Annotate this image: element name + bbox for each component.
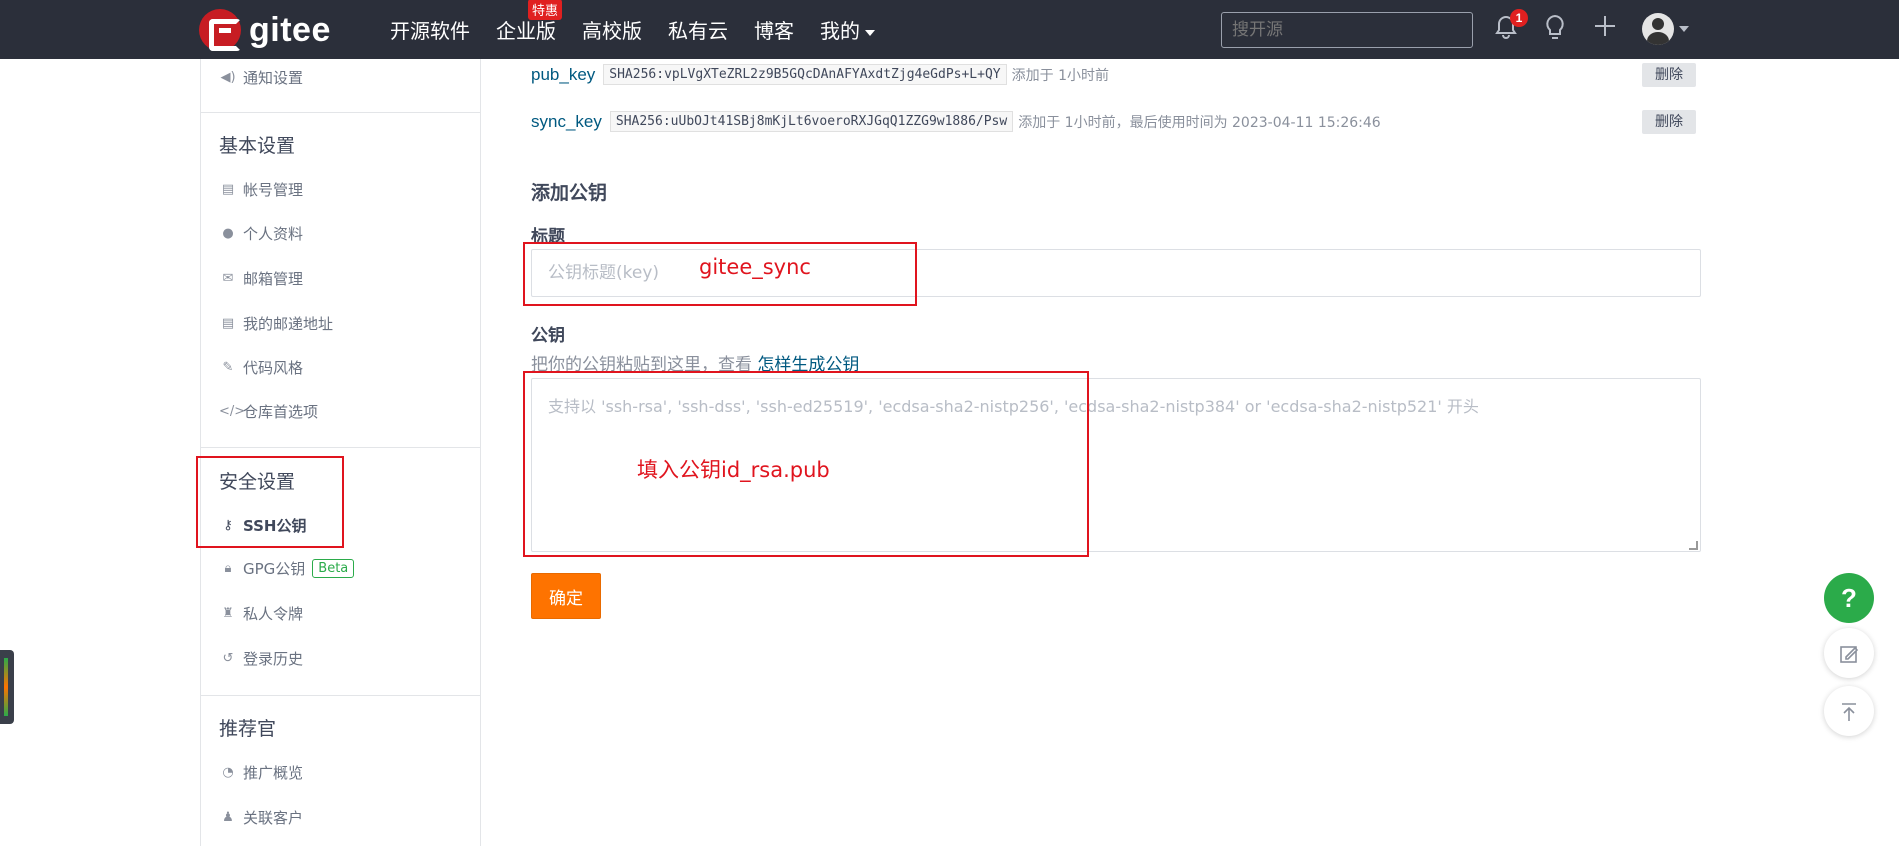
gitee-logo[interactable]: gitee xyxy=(199,9,331,51)
nav-enterprise[interactable]: 企业版 特惠 xyxy=(496,0,562,44)
sidebar-item-label: 通知设置 xyxy=(243,69,304,87)
sidebar-item-label: 仓库首选项 xyxy=(243,403,319,421)
user-icon: ● xyxy=(222,226,234,241)
delete-key-button[interactable]: 删除 xyxy=(1642,110,1696,134)
key-title-link[interactable]: sync_key xyxy=(531,112,602,132)
sidebar-item-label: 代码风格 xyxy=(243,359,304,377)
key-fingerprint: SHA256:vpLVgXTeZRL2z9B5GQcDAnAFYAxdtZjg4… xyxy=(603,64,1007,85)
sidebar-item-email[interactable]: ✉ 邮箱管理 xyxy=(219,268,303,289)
sidebar-item-label: 私人令牌 xyxy=(243,605,304,623)
nav-open-source[interactable]: 开源软件 xyxy=(390,15,470,44)
user-link-icon: ♟ xyxy=(222,810,234,825)
textarea-resize-handle[interactable] xyxy=(1689,541,1698,550)
history-icon: ↺ xyxy=(222,651,234,666)
section-basic-settings: 基本设置 xyxy=(219,135,296,157)
main-nav: 开源软件 企业版 特惠 高校版 私有云 博客 我的 xyxy=(390,0,901,59)
help-button[interactable]: ? xyxy=(1824,573,1874,623)
nav-education[interactable]: 高校版 xyxy=(582,15,642,44)
id-card-icon: ▤ xyxy=(221,182,235,197)
ssh-key-row: sync_key SHA256:uUbOJt41SBj8mKjLt6voeroR… xyxy=(531,111,1381,132)
public-key-label: 公钥 xyxy=(531,326,565,346)
sidebar-item-label: 我的邮递地址 xyxy=(243,315,334,333)
annotation-box-security xyxy=(196,456,344,548)
avatar-dropdown-icon[interactable] xyxy=(1679,26,1689,32)
sidebar-item-linked-customers[interactable]: ♟ 关联客户 xyxy=(219,807,303,828)
search-input[interactable] xyxy=(1221,12,1473,48)
sidebar-divider xyxy=(201,447,480,448)
ssh-key-row: pub_key SHA256:vpLVgXTeZRL2z9B5GQcDAnAFY… xyxy=(531,64,1109,85)
side-edge-widget[interactable] xyxy=(0,650,14,724)
sidebar-item-account[interactable]: ▤ 帐号管理 xyxy=(219,179,303,200)
key-added-time: 添加于 1小时前 xyxy=(1011,67,1109,84)
sidebar-item-profile[interactable]: ● 个人资料 xyxy=(219,223,303,244)
arrow-up-icon xyxy=(1838,698,1860,723)
edit-feedback-icon xyxy=(1838,640,1860,665)
sidebar-item-label: 关联客户 xyxy=(243,809,304,827)
token-icon: ♜ xyxy=(222,606,234,621)
nav-private-cloud[interactable]: 私有云 xyxy=(668,15,728,44)
promo-badge: 特惠 xyxy=(527,0,562,20)
gitee-logo-icon xyxy=(199,9,241,51)
envelope-icon: ✉ xyxy=(222,271,234,286)
top-navbar: gitee 开源软件 企业版 特惠 高校版 私有云 博客 我的 1 xyxy=(0,0,1899,59)
nav-blog[interactable]: 博客 xyxy=(754,15,794,44)
sidebar-item-private-tokens[interactable]: ♜ 私人令牌 xyxy=(219,603,303,624)
speaker-icon: ◀) xyxy=(220,70,236,85)
settings-sidebar: ◀) 通知设置 基本设置 ▤ 帐号管理 ● 个人资料 ✉ 邮箱管理 ▤ 我的邮递… xyxy=(200,59,481,846)
add-key-heading: 添加公钥 xyxy=(531,182,608,204)
sidebar-item-label: 个人资料 xyxy=(243,225,304,243)
feedback-button[interactable] xyxy=(1824,628,1874,678)
sidebar-item-repo-preferences[interactable]: </> 仓库首选项 xyxy=(219,401,318,422)
beta-badge: Beta xyxy=(312,559,355,578)
key-fingerprint: SHA256:uUbOJt41SBj8mKjLt6voeroRXJGqQ1ZZG… xyxy=(609,111,1014,132)
sidebar-item-mailing-address[interactable]: ▤ 我的邮递地址 xyxy=(219,313,333,334)
sidebar-item-label: 帐号管理 xyxy=(243,181,304,199)
lock-icon: 🔒︎ xyxy=(224,561,232,576)
sidebar-item-gpg-keys[interactable]: 🔒︎ GPG公钥 Beta xyxy=(219,558,355,579)
nav-mine-dropdown[interactable]: 我的 xyxy=(820,15,875,44)
key-title-link[interactable]: pub_key xyxy=(531,65,595,85)
delete-key-button[interactable]: 删除 xyxy=(1642,63,1696,87)
dashboard-icon: ◔ xyxy=(222,765,234,780)
code-icon: </> xyxy=(219,404,246,419)
sidebar-item-promo-overview[interactable]: ◔ 推广概览 xyxy=(219,762,303,783)
sidebar-item-notifications[interactable]: ◀) 通知设置 xyxy=(219,67,303,88)
sidebar-item-code-style[interactable]: ✎ 代码风格 xyxy=(219,357,303,378)
key-added-time: 添加于 1小时前，最后使用时间为 2023-04-11 15:26:46 xyxy=(1018,114,1381,131)
sidebar-item-login-history[interactable]: ↺ 登录历史 xyxy=(219,648,303,669)
address-card-icon: ▤ xyxy=(221,316,235,331)
back-to-top-button[interactable] xyxy=(1824,686,1874,736)
notification-count-badge: 1 xyxy=(1510,9,1528,27)
sidebar-divider xyxy=(201,695,480,696)
paintbrush-icon: ✎ xyxy=(222,360,234,375)
sidebar-item-label: 推广概览 xyxy=(243,764,304,782)
confirm-button[interactable]: 确定 xyxy=(531,573,601,619)
user-avatar[interactable] xyxy=(1642,13,1674,45)
section-referral: 推荐官 xyxy=(219,718,277,740)
plus-icon[interactable] xyxy=(1590,14,1620,44)
annotation-key-note: 填入公钥id_rsa.pub xyxy=(637,458,830,482)
sidebar-item-label: 邮箱管理 xyxy=(243,270,304,288)
sidebar-item-label: 登录历史 xyxy=(243,650,304,668)
sidebar-divider xyxy=(201,112,480,113)
nav-enterprise-label: 企业版 xyxy=(496,19,556,43)
logo-text: gitee xyxy=(249,10,331,49)
sidebar-item-label: GPG公钥 xyxy=(243,560,306,578)
lightbulb-icon[interactable] xyxy=(1540,14,1570,44)
annotation-title-note: gitee_sync xyxy=(699,255,811,279)
